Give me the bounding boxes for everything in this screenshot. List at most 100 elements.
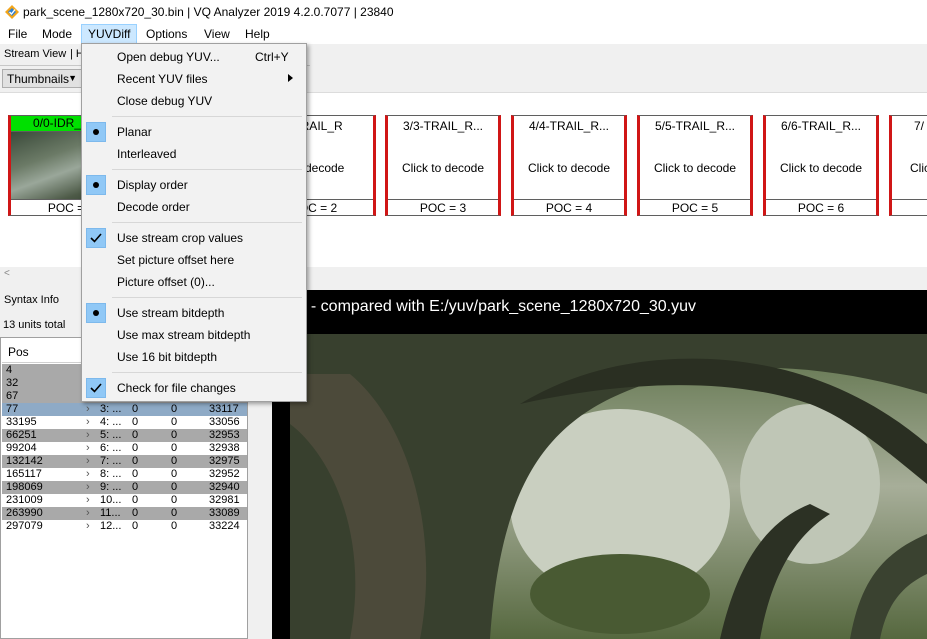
expand-chevron-icon[interactable]: ›: [86, 403, 90, 416]
menu-item-recent-yuv-files[interactable]: Recent YUV files: [83, 68, 305, 90]
thumbnail-frame-4[interactable]: 4/4-TRAIL_R... Click to decode POC = 4: [511, 115, 627, 216]
cell-a: 4: ...: [100, 416, 122, 428]
menu-separator: [112, 297, 302, 298]
cell-pos: 99204: [6, 442, 37, 454]
menu-help[interactable]: Help: [239, 24, 276, 44]
table-row[interactable]: 165117 8: ... 0 0 32952 ›: [2, 468, 247, 481]
thumbnail-decode-hint: Click to decode: [527, 161, 611, 175]
units-total-count: 13 units total: [3, 319, 66, 331]
expand-chevron-icon[interactable]: ›: [86, 442, 90, 455]
cell-pos: 32: [6, 377, 19, 389]
expand-chevron-icon[interactable]: ›: [86, 455, 90, 468]
thumbnail-title: 6/6-TRAIL_R...: [780, 119, 862, 133]
chevron-down-icon: ▼: [68, 73, 77, 83]
menu-options[interactable]: Options: [140, 24, 193, 44]
cell-a: 9: ...: [100, 481, 122, 493]
cell-a: 12...: [100, 520, 122, 532]
table-row[interactable]: 297079 12... 0 0 33224 ›: [2, 520, 247, 533]
menu-item-use-stream-bitdepth[interactable]: Use stream bitdepth: [83, 302, 305, 324]
cell-b: 0: [132, 481, 139, 493]
menu-separator: [112, 169, 302, 170]
menu-item-use-stream-crop-values[interactable]: Use stream crop values: [83, 227, 305, 249]
video-preview[interactable]: / - compared with E:/yuv/park_scene_1280…: [272, 290, 927, 639]
tab-syntax-info[interactable]: Syntax Info: [0, 292, 82, 310]
expand-chevron-icon[interactable]: ›: [86, 520, 90, 533]
menu-item-use-16-bit-bitdepth[interactable]: Use 16 bit bitdepth: [83, 346, 305, 368]
syntax-info-label: Syntax Info: [4, 294, 60, 306]
menu-item-display-order[interactable]: Display order: [83, 174, 305, 196]
radio-selected-icon: [86, 122, 106, 142]
cell-b: 0: [132, 403, 139, 415]
cell-d: 32952: [209, 468, 240, 480]
cell-d: 32981: [209, 494, 240, 506]
table-row[interactable]: 198069 9: ... 0 0 32940 ›: [2, 481, 247, 494]
thumbnails-select[interactable]: Thumbnails ▼: [2, 69, 82, 88]
cell-d: 33224: [209, 520, 240, 532]
tab-stream-view[interactable]: Stream View: [4, 48, 66, 64]
thumbnail-title: 5/5-TRAIL_R...: [654, 119, 736, 133]
expand-chevron-icon[interactable]: ›: [86, 416, 90, 429]
menu-separator: [112, 116, 302, 117]
table-row[interactable]: 231009 10... 0 0 32981 ›: [2, 494, 247, 507]
menu-item-check-for-file-changes[interactable]: Check for file changes: [83, 377, 305, 399]
thumbnail-poc: POC = 5: [640, 199, 750, 215]
cell-b: 0: [132, 455, 139, 467]
table-row[interactable]: 263990 11... 0 0 33089 ›: [2, 507, 247, 520]
title-bar: park_scene_1280x720_30.bin | VQ Analyzer…: [0, 0, 927, 24]
expand-chevron-icon[interactable]: ›: [86, 429, 90, 442]
thumbnail-title: 3/3-TRAIL_R...: [402, 119, 484, 133]
column-header-pos[interactable]: Pos: [2, 339, 82, 363]
menu-item-set-picture-offset[interactable]: Set picture offset here: [83, 249, 305, 271]
cell-a: 10...: [100, 494, 122, 506]
thumbnail-poc: [892, 199, 927, 215]
cell-c: 0: [171, 429, 178, 441]
table-row[interactable]: 99204 6: ... 0 0 32938 ›: [2, 442, 247, 455]
menu-item-decode-order[interactable]: Decode order: [83, 196, 305, 218]
table-row[interactable]: 66251 5: ... 0 0 32953 ›: [2, 429, 247, 442]
cell-b: 0: [132, 442, 139, 454]
cell-pos: 165117: [6, 468, 42, 480]
thumbnail-title: 4/4-TRAIL_R...: [528, 119, 610, 133]
menu-item-picture-offset[interactable]: Picture offset (0)...: [83, 271, 305, 293]
scroll-left-icon[interactable]: <: [4, 268, 10, 279]
thumbnail-frame-3[interactable]: 3/3-TRAIL_R... Click to decode POC = 3: [385, 115, 501, 216]
expand-chevron-icon[interactable]: ›: [86, 494, 90, 507]
menu-view[interactable]: View: [198, 24, 236, 44]
cell-pos: 263990: [6, 507, 43, 519]
expand-chevron-icon[interactable]: ›: [86, 481, 90, 494]
menu-mode[interactable]: Mode: [36, 24, 78, 44]
table-row[interactable]: 77 3: ... 0 0 33117 ›: [2, 403, 247, 416]
column-header-label: Pos: [8, 345, 29, 359]
thumbnail-frame-7[interactable]: 7/ Clic: [889, 115, 927, 216]
radio-selected-icon: [86, 303, 106, 323]
cell-b: 0: [132, 468, 139, 480]
menu-item-planar[interactable]: Planar: [83, 121, 305, 143]
cell-c: 0: [171, 507, 178, 519]
thumbnail-frame-5[interactable]: 5/5-TRAIL_R... Click to decode POC = 5: [637, 115, 753, 216]
cell-pos: 4: [6, 364, 13, 376]
cell-c: 0: [171, 455, 178, 467]
menu-item-open-debug-yuv[interactable]: Open debug YUV... Ctrl+Y: [83, 46, 305, 68]
menu-yuvdiff[interactable]: YUVDiff: [81, 24, 138, 44]
table-row[interactable]: 132142 7: ... 0 0 32975 ›: [2, 455, 247, 468]
cell-a: 6: ...: [100, 442, 122, 454]
cell-pos: 231009: [6, 494, 43, 506]
table-row[interactable]: 33195 4: ... 0 0 33056 ›: [2, 416, 247, 429]
cell-pos: 33195: [6, 416, 37, 428]
window-title: park_scene_1280x720_30.bin | VQ Analyzer…: [23, 5, 394, 19]
menu-item-interleaved[interactable]: Interleaved: [83, 143, 305, 165]
thumbnail-frame-6[interactable]: 6/6-TRAIL_R... Click to decode POC = 6: [763, 115, 879, 216]
cell-c: 0: [171, 442, 178, 454]
expand-chevron-icon[interactable]: ›: [86, 507, 90, 520]
menu-file[interactable]: File: [2, 24, 33, 44]
video-frame-image: [290, 334, 927, 639]
cell-pos: 198069: [6, 481, 43, 493]
thumbnail-decode-hint: Clic: [910, 161, 927, 175]
radio-selected-icon: [86, 175, 106, 195]
menu-item-close-debug-yuv[interactable]: Close debug YUV: [83, 90, 305, 112]
shortcut-label: Ctrl+Y: [255, 50, 289, 64]
expand-chevron-icon[interactable]: ›: [86, 468, 90, 481]
menu-item-use-max-stream-bitdepth[interactable]: Use max stream bitdepth: [83, 324, 305, 346]
vq-analyzer-app-icon: [5, 5, 19, 19]
cell-b: 0: [132, 520, 139, 532]
